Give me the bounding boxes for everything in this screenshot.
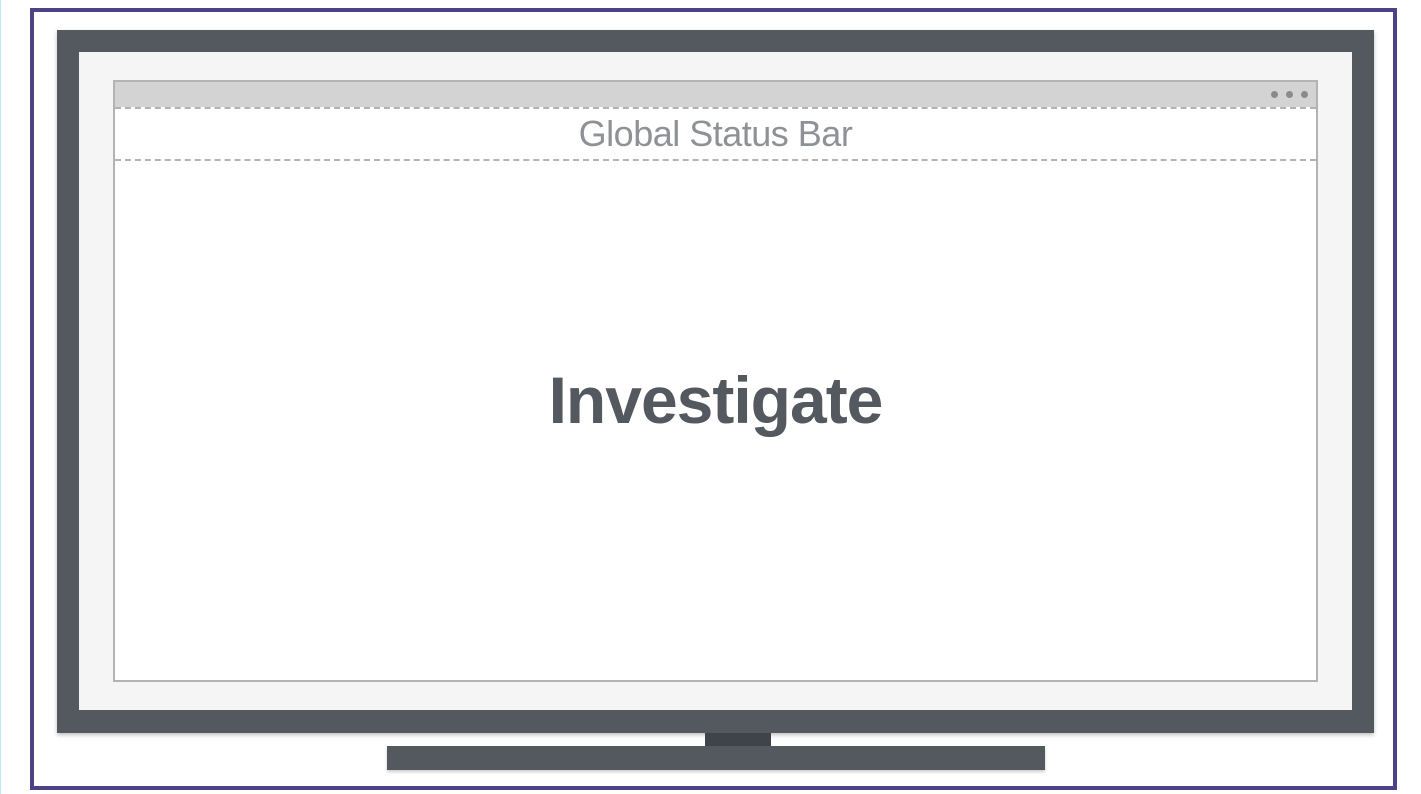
app-window: Global Status Bar Investigate xyxy=(113,80,1318,682)
dot-icon xyxy=(1301,91,1308,98)
dot-icon xyxy=(1271,91,1278,98)
monitor-stand-base xyxy=(387,746,1045,770)
status-bar-label: Global Status Bar xyxy=(578,113,853,154)
more-options-icon[interactable] xyxy=(1271,90,1308,99)
left-guide-line xyxy=(0,0,1,794)
dot-icon xyxy=(1286,91,1293,98)
monitor-stand-neck xyxy=(705,733,771,747)
window-titlebar xyxy=(115,82,1316,107)
page-title: Investigate xyxy=(548,363,884,437)
global-status-bar: Global Status Bar xyxy=(115,107,1316,161)
monitor-body: Global Status Bar Investigate xyxy=(57,30,1374,733)
canvas: Global Status Bar Investigate xyxy=(0,0,1421,794)
monitor-screen: Global Status Bar Investigate xyxy=(79,52,1352,710)
